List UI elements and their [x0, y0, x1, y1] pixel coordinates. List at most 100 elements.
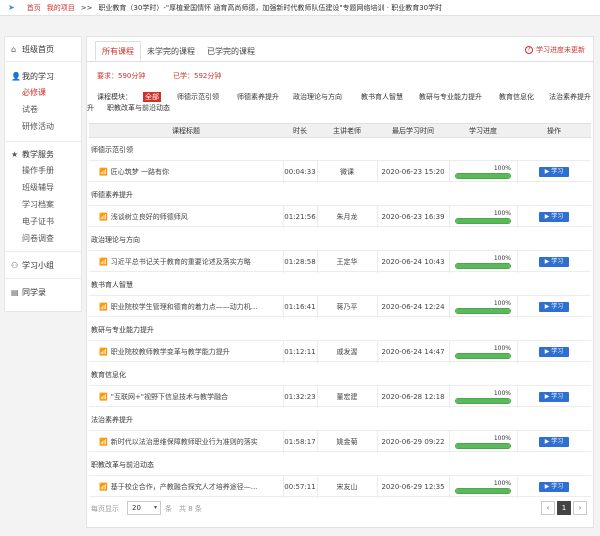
table-row: 📶 职业院校学生管理和德育的着力点——动力机... 01:16:41 蒋乃平 2020-… [89, 295, 591, 318]
course-title[interactable]: 新时代以法治思维保障教师职业行为准则的落实 [111, 438, 258, 446]
progress-fill [456, 219, 510, 223]
study-button-label: 学习 [551, 303, 564, 310]
sidebar-item-class-home[interactable]: ⌂ 班级首页 [11, 44, 54, 55]
study-button[interactable]: ▶ 学习 [539, 257, 569, 267]
sidebar-item-archive[interactable]: 学习档案 [22, 199, 54, 210]
column-divider [449, 161, 450, 183]
wifi-icon: 📶 [99, 393, 108, 401]
study-button[interactable]: ▶ 学习 [539, 482, 569, 492]
course-title[interactable]: "互联网+"视野下信息技术与教学融合 [111, 393, 228, 401]
module-legal-literacy[interactable]: 法治素养提升 [549, 92, 591, 102]
course-teacher: 董宏建 [336, 393, 358, 401]
course-title-cell[interactable]: 📶 习近平总书记关于教育的重要论述及落实方略 [89, 251, 283, 273]
sidebar-item-exam[interactable]: 试卷 [22, 104, 38, 115]
column-divider [449, 296, 450, 318]
course-title-cell[interactable]: 📶 匠心筑梦 一路有你 [89, 161, 283, 183]
course-title-cell[interactable]: 📶 职业院校学生管理和德育的着力点——动力机... [89, 296, 283, 318]
sidebar-item-study-group[interactable]: ⚇ 学习小组 [11, 260, 54, 271]
header-action: 操作 [547, 127, 561, 135]
sidebar-item-required-course[interactable]: 必修课 [22, 87, 46, 98]
breadcrumb-my-project-link[interactable]: 我的项目 [47, 3, 75, 13]
course-progress-cell: 100% [449, 431, 517, 453]
column-divider [283, 386, 284, 408]
module-ethics-model[interactable]: 师德示范引领 [177, 92, 219, 102]
course-progress-cell: 100% [449, 341, 517, 363]
study-button[interactable]: ▶ 学习 [539, 212, 569, 222]
column-divider [377, 161, 378, 183]
column-divider [317, 431, 318, 453]
group-title: 师德素养提升 [91, 191, 133, 199]
column-divider [449, 476, 450, 498]
sidebar-item-my-study[interactable]: 👤 我的学习 [11, 71, 54, 82]
course-title-cell[interactable]: 📶 "互联网+"视野下信息技术与教学融合 [89, 386, 283, 408]
wifi-icon: 📶 [99, 438, 108, 446]
course-title-cell[interactable]: 📶 基于校企合作，产教融合探究人才培养途径—... [89, 476, 283, 498]
study-button[interactable]: ▶ 学习 [539, 302, 569, 312]
prev-page-button[interactable]: ‹ [541, 501, 555, 515]
table-row: 📶 新时代以法治思维保障教师职业行为准则的落实 01:58:17 姚金菊 2020-06… [89, 430, 591, 453]
course-title[interactable]: 匠心筑梦 一路有你 [111, 168, 169, 176]
module-ethics-literacy[interactable]: 师德素养提升 [237, 92, 279, 102]
module-research-ability[interactable]: 教研与专业能力提升 [419, 92, 482, 102]
page-button-current[interactable]: 1 [557, 501, 571, 515]
study-button[interactable]: ▶ 学习 [539, 392, 569, 402]
study-button[interactable]: ▶ 学习 [539, 437, 569, 447]
course-title[interactable]: 职业院校教师教学变革与教学能力提升 [111, 348, 230, 356]
module-edu-informatization[interactable]: 教育信息化 [499, 92, 534, 102]
sidebar-item-survey[interactable]: 问卷调查 [22, 233, 54, 244]
module-all[interactable]: 全部 [143, 92, 161, 102]
per-page-select[interactable]: 20 ▾ [127, 501, 161, 515]
course-title[interactable]: 习近平总书记关于教育的重要论述及落实方略 [111, 258, 251, 266]
sidebar-item-research[interactable]: 研修活动 [22, 121, 54, 132]
contacts-icon: ▤ [11, 288, 19, 297]
study-button[interactable]: ▶ 学习 [539, 347, 569, 357]
course-title[interactable]: 浅谈树立良好的师德师风 [111, 213, 188, 221]
course-title-cell[interactable]: 📶 职业院校教师教学变革与教学能力提升 [89, 341, 283, 363]
tab-unfinished-courses[interactable]: 未学完的课程 [141, 41, 201, 61]
column-divider [377, 341, 378, 363]
chevron-down-icon: ▾ [153, 504, 157, 511]
progress-percent: 100% [493, 165, 511, 172]
course-title[interactable]: 基于校企合作，产教融合探究人才培养途径—... [111, 483, 258, 491]
course-title[interactable]: 职业院校学生管理和德育的着力点——动力机... [111, 303, 258, 311]
group-icon: ⚇ [11, 261, 19, 270]
course-title-cell[interactable]: 📶 新时代以法治思维保障教师职业行为准则的落实 [89, 431, 283, 453]
course-action-cell: ▶ 学习 [517, 386, 591, 408]
module-political-theory[interactable]: 政治理论与方向 [293, 92, 342, 102]
study-button[interactable]: ▶ 学习 [539, 167, 569, 177]
next-page-button[interactable]: › [573, 501, 587, 515]
group-title: 教书育人智慧 [91, 281, 133, 289]
wifi-icon: 📶 [99, 303, 108, 311]
module-reform-frontier[interactable]: 职教改革与前沿动态 [107, 103, 170, 113]
sidebar-item-manual[interactable]: 操作手册 [22, 165, 54, 176]
column-divider [517, 296, 518, 318]
column-divider [517, 431, 518, 453]
course-panel: 所有课程 未学完的课程 已学完的课程 ? 学习进度未更新 要求：590分钟 已学… [86, 36, 594, 528]
breadcrumb-home-link[interactable]: 首页 [27, 3, 41, 13]
progress-percent: 100% [493, 210, 511, 217]
column-divider [517, 206, 518, 228]
wifi-icon: 📶 [99, 483, 108, 491]
module-teaching-wisdom[interactable]: 教书育人智慧 [361, 92, 403, 102]
column-divider [377, 431, 378, 453]
sidebar-item-classmates[interactable]: ▤ 同学录 [11, 287, 46, 298]
column-divider [377, 296, 378, 318]
tab-finished-courses[interactable]: 已学完的课程 [201, 41, 261, 61]
course-teacher: 微课 [340, 168, 354, 176]
column-divider [317, 161, 318, 183]
study-button-label: 学习 [551, 258, 564, 265]
column-divider [377, 251, 378, 273]
sidebar-item-certificate[interactable]: 电子证书 [22, 216, 54, 227]
progress-not-updated-link[interactable]: ? 学习进度未更新 [525, 45, 585, 55]
tab-all-courses[interactable]: 所有课程 [95, 41, 141, 61]
column-divider [283, 431, 284, 453]
course-title-cell[interactable]: 📶 浅谈树立良好的师德师风 [89, 206, 283, 228]
course-duration: 01:12:11 [284, 348, 316, 356]
column-divider [517, 341, 518, 363]
sidebar-item-tutoring[interactable]: 班级辅导 [22, 182, 54, 193]
course-duration: 01:28:58 [284, 258, 316, 266]
progress-fill [456, 354, 510, 358]
study-button-label: 学习 [551, 438, 564, 445]
sidebar-item-teaching-service[interactable]: ★ 教学服务 [11, 149, 54, 160]
column-divider [317, 251, 318, 273]
